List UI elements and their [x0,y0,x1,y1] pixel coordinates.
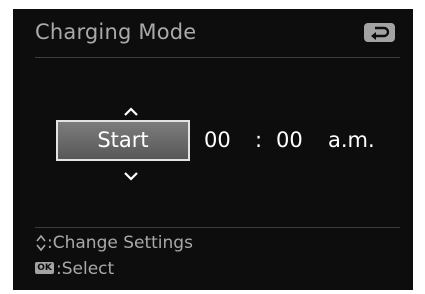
up-down-icon [36,234,46,252]
back-button[interactable] [364,23,395,42]
change-settings-hint: :Change Settings [35,232,193,254]
change-settings-label: :Change Settings [47,233,193,253]
ok-button-icon: OK [35,262,54,274]
time-separator: : [255,128,263,152]
caret-up-icon[interactable] [123,107,139,117]
return-arrow-icon [371,26,390,40]
select-hint: OK:Select [35,258,114,280]
start-button[interactable]: Start [56,120,190,161]
hours-field[interactable]: 00 [204,127,231,153]
help-divider [35,227,400,228]
charging-mode-screen: Charging Mode Start 00 : 00 a.m. :Change… [13,9,413,290]
title-divider [35,57,400,58]
page-title: Charging Mode [35,20,197,44]
caret-down-icon[interactable] [123,171,139,181]
select-label: :Select [56,259,115,279]
minutes-field[interactable]: 00 [276,127,303,153]
title-bar: Charging Mode [13,9,413,56]
ampm-field[interactable]: a.m. [328,127,375,153]
